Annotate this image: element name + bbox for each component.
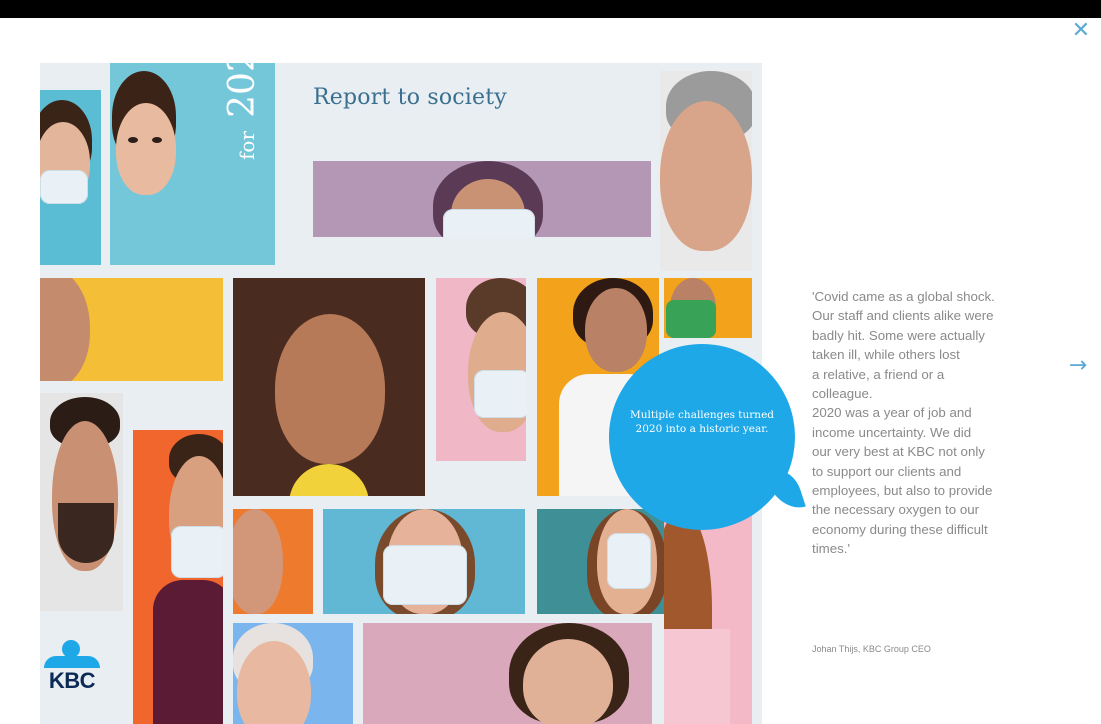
quote-line: times.' [812,541,851,557]
photo-tile-green-mask [664,278,752,338]
quote-line: income uncertainty. We did [812,424,972,440]
photo-tile-girl [664,509,752,724]
top-bar [0,0,1101,18]
quote-line: the necessary oxygen to our [812,502,980,518]
photo-tile-woman-blue-mask [323,509,525,614]
close-icon[interactable]: ✕ [1068,18,1094,44]
for-label: for [235,130,259,160]
photo-tile-man-orange-mask [133,430,223,724]
arrow-right-icon[interactable]: → [1064,352,1092,380]
quote-line: a relative, a friend or a [812,366,945,382]
report-year: for 2020 [222,26,263,160]
quote-line: economy during these difficult [812,521,988,537]
quote-line: Our staff and clients alike were [812,308,994,324]
photo-tile-older-woman [233,623,353,724]
quote-line: employees, but also to provide [812,483,993,499]
photo-tile-woman-pink [363,623,652,724]
quote-line: to support our clients and [812,463,962,479]
report-title: Report to society [313,85,507,110]
photo-tile-man-yellow [40,278,223,381]
year-label: 2020 [222,26,263,118]
logo-text: KBC [48,668,96,693]
quote-line: colleague. [812,386,873,402]
quote-attribution: Johan Thijs, KBC Group CEO [812,644,931,654]
photo-tile-woman-curly [233,278,425,496]
quote-line: taken ill, while others lost [812,347,960,363]
photo-tile-man-small [233,509,313,614]
speech-bubble-text: Multiple challenges turned 2020 into a h… [629,409,775,435]
quote-line: badly hit. Some were actually [812,327,985,343]
photo-tile-man-pink-mask [436,278,526,461]
quote-line: our very best at KBC not only [812,444,985,460]
kbc-logo: KBC [40,634,106,698]
ceo-quote: 'Covid came as a global shock. Our staff… [812,287,1052,559]
photo-tile-woman-mask [40,90,101,265]
photo-tile-older-man [660,71,752,271]
photo-tile-bearded-man [40,393,123,611]
quote-line: 'Covid came as a global shock. [812,289,995,304]
logo-band-shape [44,656,100,668]
speech-bubble [609,344,795,530]
quote-line: 2020 was a year of job and [812,405,972,421]
photo-tile-headscarf [313,161,651,237]
